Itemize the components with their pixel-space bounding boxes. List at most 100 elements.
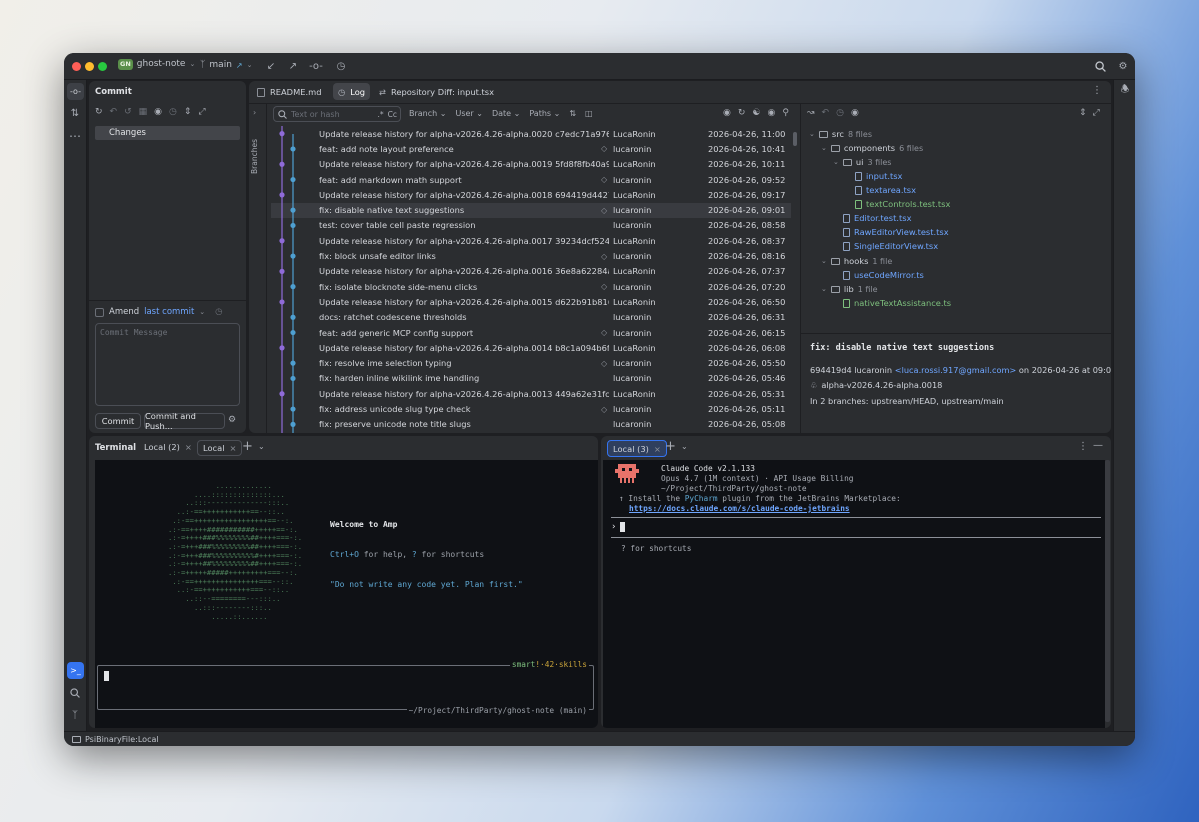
pull-requests-icon[interactable]: ⇅: [68, 106, 82, 120]
commit-row[interactable]: fix: address unicode slug type check ◇ luc…: [271, 401, 791, 416]
history-icon[interactable]: ◷: [836, 108, 844, 118]
terminal-tool-icon[interactable]: >_: [67, 662, 84, 679]
expand-icon[interactable]: ⇕: [184, 107, 192, 117]
commit-tool-icon[interactable]: -o-: [67, 83, 84, 100]
case-toggle[interactable]: Cc: [388, 110, 397, 119]
eye-icon[interactable]: ◉: [767, 108, 775, 118]
amend-checkbox[interactable]: [95, 307, 104, 317]
terminal-tab-local[interactable]: Local ×: [197, 440, 243, 456]
commit-row[interactable]: Update release history for alpha-v2026.4…: [271, 264, 791, 279]
more-tools-icon[interactable]: ⋯: [68, 129, 82, 143]
git-branch-tool-icon[interactable]: ᛉ: [68, 708, 82, 722]
refresh-icon[interactable]: ↻: [738, 108, 746, 118]
minimize-panel-icon[interactable]: —: [1093, 440, 1103, 451]
close-tab-icon[interactable]: ×: [230, 443, 237, 453]
notifications-bell-icon[interactable]: 🕭: [1118, 83, 1132, 97]
commit-row[interactable]: fix: block unsafe editor links ◇ lucaronin…: [271, 248, 791, 263]
branch-filter[interactable]: Branch ⌄: [409, 109, 446, 118]
tree-file-nativetext[interactable]: nativeTextAssistance.ts: [843, 298, 951, 308]
chevron-down-icon[interactable]: ⌄: [681, 442, 688, 451]
project-switcher[interactable]: GN ghost-note ⌄: [118, 59, 195, 70]
regex-toggle[interactable]: .*: [377, 110, 383, 119]
commit-row[interactable]: Update release history for alpha-v2026.4…: [271, 126, 791, 141]
minimize-window-button[interactable]: [85, 62, 94, 71]
graph-options-icon[interactable]: ☯: [752, 108, 760, 118]
zoom-window-button[interactable]: [98, 62, 107, 71]
tab-log[interactable]: ◷ Log: [333, 83, 371, 100]
tree-file-single-editor[interactable]: SingleEditorView.tsx: [843, 241, 938, 251]
terminal-tab-local-3[interactable]: Local (3) ×: [607, 440, 667, 457]
collapse-icon[interactable]: ⤢: [198, 107, 205, 117]
terminal-scrollbar[interactable]: [1105, 460, 1110, 722]
sort-icon[interactable]: ⇅: [569, 109, 576, 118]
commit-message-input[interactable]: Commit Message: [95, 323, 240, 406]
more-options-icon[interactable]: ⋮: [1078, 441, 1088, 452]
commit-row[interactable]: fix: disable native text suggestions ◇ luc…: [271, 202, 791, 218]
tree-file-textcontrols[interactable]: textControls.test.tsx: [855, 199, 950, 209]
history-icon[interactable]: ◷: [169, 107, 177, 117]
commit-row[interactable]: Update release history for alpha-v2026.4…: [271, 294, 791, 309]
tree-hooks[interactable]: ⌄ hooks 1 file: [821, 256, 892, 266]
terminal-left-output[interactable]: ............. ....::::::::::::::... ..::…: [95, 460, 598, 728]
commit-row[interactable]: Update release history for alpha-v2026.4…: [271, 187, 791, 202]
tree-lib[interactable]: ⌄ lib 1 file: [821, 284, 878, 294]
last-commit-link[interactable]: last commit: [144, 307, 194, 317]
search-icon[interactable]: ⚲: [782, 108, 789, 118]
commit-and-push-button[interactable]: Commit and Push...: [144, 411, 225, 431]
more-options-icon[interactable]: ⋮: [1092, 85, 1102, 96]
search-icon[interactable]: [1093, 59, 1107, 73]
open-new-tab-icon[interactable]: ◫: [585, 109, 593, 118]
tree-file-textarea[interactable]: textarea.tsx: [855, 185, 916, 195]
commit-row[interactable]: fix: preserve unicode note title slugs lu…: [271, 417, 791, 432]
tree-file-input[interactable]: input.tsx: [855, 171, 902, 181]
docs-link[interactable]: https://docs.claude.com/s/claude-code-je…: [629, 504, 850, 513]
tree-file-editor-test[interactable]: Editor.test.tsx: [843, 213, 912, 223]
amp-prompt-box[interactable]: smart!·42·skills ~/Project/ThirdParty/gh…: [97, 660, 594, 715]
branches-sidebar[interactable]: › Branches: [249, 104, 267, 433]
close-window-button[interactable]: [72, 62, 81, 71]
branch-switcher[interactable]: ᛉ main ↗ ⌄: [200, 60, 252, 70]
tree-components[interactable]: ⌄ components 6 files: [821, 143, 923, 153]
commit-row[interactable]: Update release history for alpha-v2026.4…: [271, 233, 791, 248]
history-icon[interactable]: ◷: [334, 59, 348, 73]
commit-row[interactable]: fix: resolve ime selection typing ◇ lucaro…: [271, 356, 791, 371]
new-terminal-plus-icon[interactable]: +: [665, 439, 676, 454]
refresh-icon[interactable]: ↻: [95, 107, 103, 117]
tree-file-raw-editor[interactable]: RawEditorView.test.tsx: [843, 227, 949, 237]
claude-prompt[interactable]: ›: [611, 522, 626, 532]
commit-row[interactable]: Update release history for alpha-v2026.4…: [271, 157, 791, 172]
update-project-icon[interactable]: ↙: [264, 59, 278, 73]
paths-filter[interactable]: Paths ⌄: [529, 109, 560, 118]
undo-icon[interactable]: ↶: [822, 108, 830, 118]
rollback-icon[interactable]: ↶: [110, 107, 118, 117]
commit-row[interactable]: docs: ratchet codescene thresholds lucaro…: [271, 310, 791, 325]
commit-row[interactable]: fix: isolate blocknote side-menu clicks ◇…: [271, 279, 791, 294]
tree-ui[interactable]: ⌄ ui 3 files: [833, 157, 891, 167]
date-filter[interactable]: Date ⌄: [492, 109, 520, 118]
close-tab-icon[interactable]: ×: [654, 444, 661, 454]
expand-all-icon[interactable]: ⇕: [1079, 108, 1087, 118]
status-label[interactable]: PsiBinaryFile:Local: [85, 735, 159, 744]
commit-row[interactable]: feat: add generic MCP config support ◇ luc…: [271, 325, 791, 340]
collapse-all-icon[interactable]: ⤢: [1093, 108, 1100, 118]
tab-readme[interactable]: README.md: [257, 85, 321, 99]
commit-row[interactable]: Update release history for alpha-v2026.4…: [271, 386, 791, 401]
author-email-link[interactable]: <luca.rossi.917@gmail.com>: [895, 365, 1017, 375]
search-tool-icon[interactable]: [68, 686, 82, 700]
cherry-pick-icon[interactable]: ◉: [723, 108, 731, 118]
tab-repository-diff[interactable]: ⇄ Repository Diff: input.tsx: [379, 85, 494, 99]
undo-icon[interactable]: ↺: [124, 107, 132, 117]
chevron-down-icon[interactable]: ⌄: [258, 442, 265, 451]
commit-row[interactable]: feat: add markdown math support ◇ lucaroni…: [271, 172, 791, 187]
tree-src[interactable]: ⌄ src 8 files: [809, 129, 872, 139]
push-icon[interactable]: ↗: [286, 59, 300, 73]
eye-icon[interactable]: ◉: [851, 108, 859, 118]
commit-icon[interactable]: -o-: [309, 59, 323, 73]
commit-row[interactable]: Update release history for alpha-v2026.4…: [271, 340, 791, 355]
user-filter[interactable]: User ⌄: [455, 109, 482, 118]
commit-options-gear-icon[interactable]: ⚙: [228, 415, 236, 425]
new-terminal-plus-icon[interactable]: +: [242, 439, 253, 454]
settings-gear-icon[interactable]: ⚙: [1116, 59, 1130, 73]
diff-arrow-icon[interactable]: ↝: [807, 108, 815, 118]
changes-node[interactable]: Changes: [95, 126, 240, 140]
